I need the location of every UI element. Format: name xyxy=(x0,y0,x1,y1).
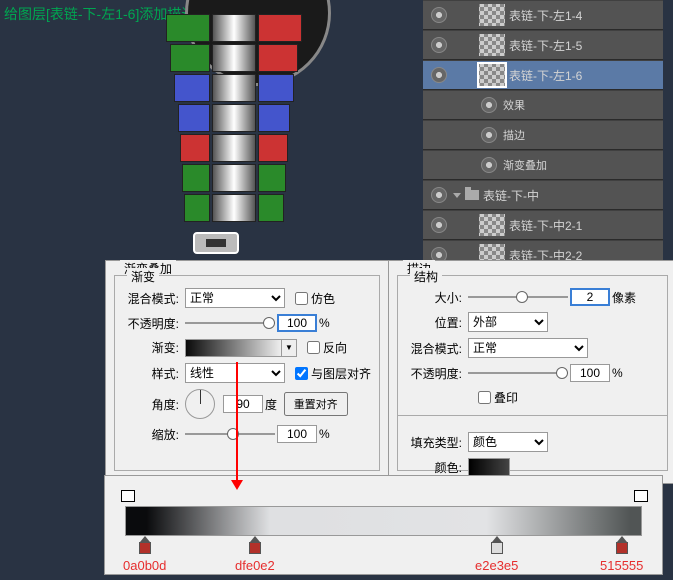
visibility-icon[interactable] xyxy=(481,157,497,173)
visibility-icon[interactable] xyxy=(431,7,447,23)
stroke-dialog: 描边 结构 大小:像素 位置:外部 混合模式:正常 不透明度:% 叠印 填充类型… xyxy=(388,260,673,484)
layer-row[interactable]: 表链-下-左1-6 xyxy=(423,60,663,90)
reset-align-button[interactable]: 重置对齐 xyxy=(284,392,348,416)
size-slider[interactable] xyxy=(468,290,568,304)
opacity-input[interactable] xyxy=(570,364,610,382)
opacity-input[interactable] xyxy=(277,314,317,332)
opacity-slider[interactable] xyxy=(468,366,568,380)
opacity-stop[interactable] xyxy=(121,490,133,502)
blend-mode-select[interactable]: 正常 xyxy=(185,288,285,308)
color-stop[interactable]: 515555 xyxy=(600,536,643,573)
size-input[interactable] xyxy=(570,288,610,306)
layer-folder[interactable]: 表链-下-中 xyxy=(423,180,663,210)
color-stop[interactable]: dfe0e2 xyxy=(235,536,275,573)
visibility-icon[interactable] xyxy=(431,67,447,83)
gradient-overlay-dialog: 渐变叠加 渐变 混合模式:正常仿色 不透明度:% 渐变:▼反向 样式:线性与图层… xyxy=(105,260,389,484)
color-stop[interactable]: e2e3e5 xyxy=(475,536,518,573)
layer-effect-stroke[interactable]: 描边 xyxy=(423,120,663,150)
folder-icon xyxy=(465,190,479,200)
visibility-icon[interactable] xyxy=(431,37,447,53)
dither-checkbox[interactable]: 仿色 xyxy=(291,289,335,308)
gradient-swatch[interactable] xyxy=(185,339,282,357)
gradient-dropdown[interactable]: ▼ xyxy=(282,339,297,357)
color-swatch[interactable] xyxy=(468,458,510,476)
watch-preview xyxy=(130,0,400,250)
layer-row[interactable]: 表链-下-左1-4 xyxy=(423,0,663,30)
scale-input[interactable] xyxy=(277,425,317,443)
fill-type-select[interactable]: 颜色 xyxy=(468,432,548,452)
scale-slider[interactable] xyxy=(185,427,275,441)
overprint-checkbox[interactable]: 叠印 xyxy=(474,388,518,407)
layer-row[interactable]: 表链-下-中2-1 xyxy=(423,210,663,240)
arrow-indicator xyxy=(236,362,238,482)
layers-panel: 表链-下-左1-4 表链-下-左1-5 表链-下-左1-6 效果 描边 渐变叠加… xyxy=(423,0,663,270)
angle-dial[interactable] xyxy=(185,389,215,419)
opacity-slider[interactable] xyxy=(185,316,275,330)
gradient-bar[interactable] xyxy=(125,506,642,536)
opacity-stop[interactable] xyxy=(634,490,646,502)
layer-effects[interactable]: 效果 xyxy=(423,90,663,120)
layer-row[interactable]: 表链-下-左1-5 xyxy=(423,30,663,60)
angle-input[interactable] xyxy=(223,395,263,413)
blend-mode-select[interactable]: 正常 xyxy=(468,338,588,358)
reverse-checkbox[interactable]: 反向 xyxy=(303,338,347,357)
gradient-editor: 0a0b0d dfe0e2 e2e3e5 515555 xyxy=(104,475,663,575)
visibility-icon[interactable] xyxy=(431,217,447,233)
visibility-icon[interactable] xyxy=(431,187,447,203)
style-select[interactable]: 线性 xyxy=(185,363,285,383)
position-select[interactable]: 外部 xyxy=(468,312,548,332)
expand-icon[interactable] xyxy=(453,193,461,198)
align-checkbox[interactable]: 与图层对齐 xyxy=(291,364,371,383)
selected-segment-marker xyxy=(193,232,239,254)
color-stop[interactable]: 0a0b0d xyxy=(123,536,166,573)
layer-effect-gradient[interactable]: 渐变叠加 xyxy=(423,150,663,180)
visibility-icon[interactable] xyxy=(481,97,497,113)
visibility-icon[interactable] xyxy=(481,127,497,143)
